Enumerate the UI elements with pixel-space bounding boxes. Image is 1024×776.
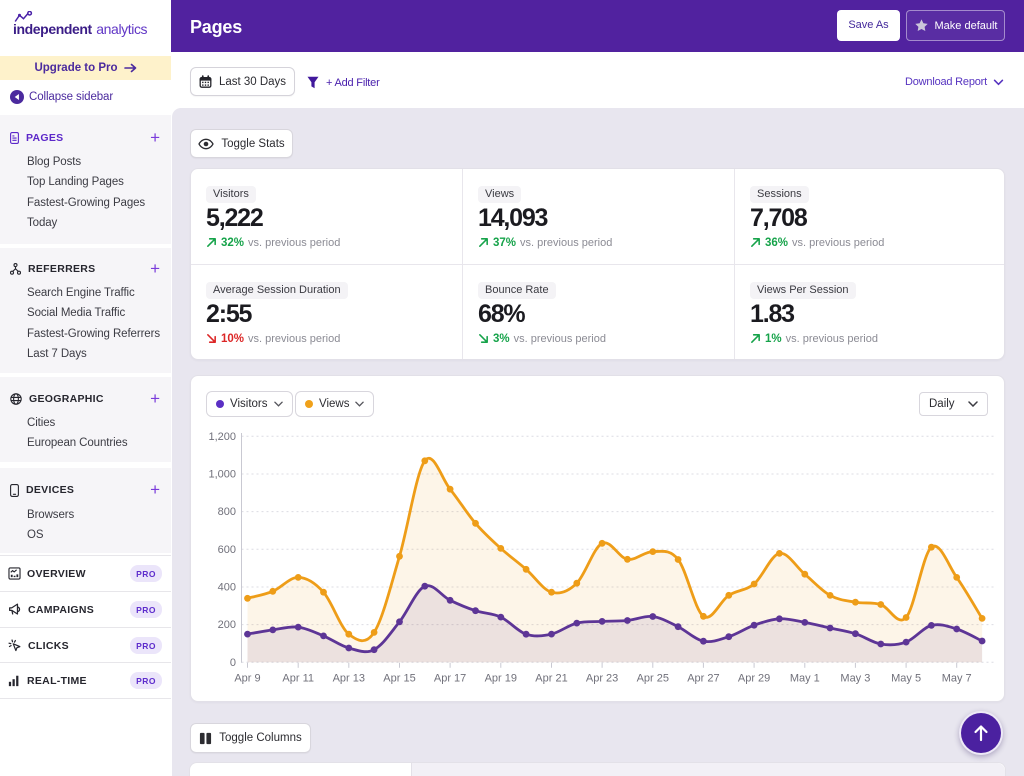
svg-text:Apr 11: Apr 11 [282, 672, 314, 684]
svg-text:Apr 9: Apr 9 [234, 672, 260, 684]
svg-text:0: 0 [230, 657, 236, 669]
svg-text:1,200: 1,200 [208, 431, 236, 443]
svg-text:Apr 25: Apr 25 [637, 672, 669, 684]
svg-text:Apr 27: Apr 27 [687, 672, 719, 684]
svg-text:800: 800 [218, 506, 236, 518]
svg-text:200: 200 [218, 619, 236, 631]
svg-text:Apr 29: Apr 29 [738, 672, 770, 684]
svg-text:Apr 13: Apr 13 [333, 672, 365, 684]
svg-text:400: 400 [218, 582, 236, 594]
svg-text:May 1: May 1 [790, 672, 820, 684]
svg-text:1,000: 1,000 [208, 469, 236, 481]
svg-text:600: 600 [218, 544, 236, 556]
svg-text:May 7: May 7 [942, 672, 972, 684]
svg-text:May 5: May 5 [891, 672, 921, 684]
svg-text:Apr 21: Apr 21 [535, 672, 567, 684]
svg-text:Apr 17: Apr 17 [434, 672, 466, 684]
svg-text:May 3: May 3 [840, 672, 870, 684]
svg-text:Apr 23: Apr 23 [586, 672, 618, 684]
svg-text:Apr 19: Apr 19 [485, 672, 517, 684]
svg-text:Apr 15: Apr 15 [383, 672, 415, 684]
